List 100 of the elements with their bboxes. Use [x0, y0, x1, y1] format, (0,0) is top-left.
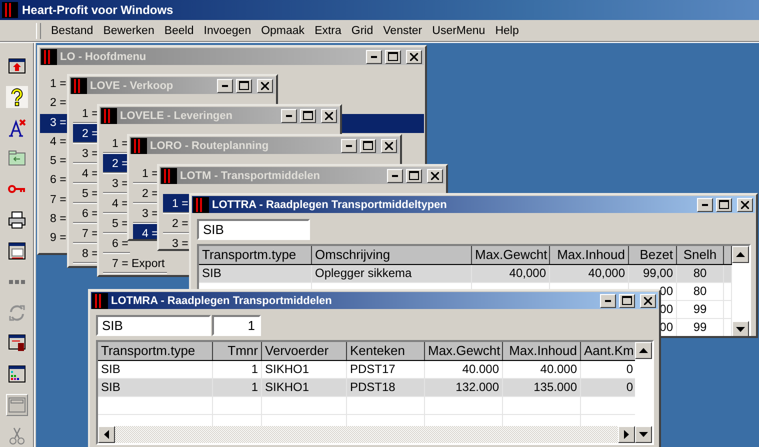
- input-field[interactable]: SIB: [96, 315, 211, 336]
- menu-option[interactable]: 2 =: [40, 94, 68, 114]
- minimize-button[interactable]: [366, 50, 382, 64]
- app-icon: [101, 108, 117, 124]
- table-cell: 1: [213, 361, 262, 378]
- table-row[interactable]: SIB 1 SIKHO1 PDST18 132.000 135.000 0: [98, 379, 635, 397]
- input-field[interactable]: 1: [212, 315, 261, 336]
- menu-option[interactable]: 7 =: [40, 190, 68, 210]
- app-icon: [131, 138, 147, 154]
- minimize-button[interactable]: [697, 198, 713, 212]
- column-header[interactable]: Max.Inhoud: [503, 342, 581, 360]
- table-cell: SIKHO1: [262, 379, 347, 396]
- maximize-button[interactable]: [716, 198, 732, 212]
- menu-item[interactable]: Opmaak: [257, 24, 311, 36]
- app-title: Heart-Profit voor Windows: [22, 3, 174, 17]
- minimize-button[interactable]: [600, 294, 616, 308]
- column-header[interactable]: Tmnr: [213, 342, 262, 360]
- menu-item[interactable]: Bestand: [47, 24, 100, 36]
- menu-item[interactable]: Grid: [347, 24, 380, 36]
- column-header[interactable]: Kenteken: [347, 342, 425, 360]
- horizontal-scrollbar[interactable]: [98, 426, 635, 443]
- menu-option[interactable]: 6 =: [103, 234, 130, 254]
- maximize-button[interactable]: [300, 108, 316, 122]
- close-icon: [741, 200, 749, 208]
- maximize-button[interactable]: [236, 78, 252, 92]
- minimize-button[interactable]: [217, 78, 233, 92]
- column-header[interactable]: Snelh: [677, 246, 724, 264]
- maximize-icon: [622, 296, 632, 305]
- menu-item[interactable]: Invoegen: [200, 24, 258, 36]
- menu-option[interactable]: 7 = Export: [103, 254, 167, 274]
- scroll-up-button[interactable]: [732, 246, 749, 263]
- menu-option[interactable]: 1 =: [40, 75, 68, 94]
- column-header[interactable]: Max.Gewcht: [425, 342, 503, 360]
- close-icon: [325, 112, 333, 120]
- column-header[interactable]: Max.Inhoud: [550, 246, 629, 264]
- column-header[interactable]: Transportm.type: [98, 342, 213, 360]
- minimize-button[interactable]: [387, 168, 403, 182]
- menu-item[interactable]: Help: [491, 24, 525, 36]
- column-header[interactable]: Vervoerder: [262, 342, 347, 360]
- column-header[interactable]: Bezet: [629, 246, 677, 264]
- menu-option[interactable]: 8 =: [40, 210, 68, 230]
- table-cell: 99,00: [629, 265, 677, 282]
- close-button[interactable]: [406, 50, 422, 64]
- window-title: LOTMRA - Raadplegen Transportmiddelen: [111, 294, 333, 306]
- vertical-scrollbar[interactable]: [635, 342, 652, 443]
- maximize-icon: [363, 141, 373, 150]
- table-cell: SIB: [98, 379, 213, 396]
- menu-item[interactable]: Venster: [379, 24, 428, 36]
- maximize-button[interactable]: [360, 138, 376, 152]
- vertical-scrollbar[interactable]: [732, 246, 749, 336]
- scroll-down-button[interactable]: [732, 321, 749, 336]
- minimize-icon: [286, 114, 292, 116]
- input-field[interactable]: SIB: [197, 219, 310, 240]
- menu-item[interactable]: Extra: [310, 24, 348, 36]
- close-icon: [644, 296, 652, 304]
- close-icon: [431, 172, 439, 180]
- table-cell: 40,000: [550, 265, 629, 282]
- column-header[interactable]: Omschrijving: [312, 246, 472, 264]
- printer-icon[interactable]: [6, 209, 28, 231]
- question-mark-icon[interactable]: [6, 86, 28, 108]
- menu-option[interactable]: 5 =: [40, 152, 68, 172]
- close-button[interactable]: [381, 138, 397, 152]
- window-title: LORO - Routeplanning: [150, 140, 270, 152]
- maximize-button[interactable]: [619, 294, 635, 308]
- window-icon[interactable]: [6, 240, 28, 262]
- table-row[interactable]: SIB Oplegger sikkema 40,000 40,000 99,00 80: [199, 265, 732, 283]
- scroll-left-button[interactable]: [98, 426, 115, 443]
- menu-option[interactable]: 6 =: [40, 171, 68, 191]
- close-button[interactable]: [427, 168, 443, 182]
- scroll-down-button[interactable]: [635, 426, 652, 443]
- minimize-icon: [702, 204, 708, 206]
- column-header[interactable]: Aant.Km: [581, 342, 635, 360]
- scroll-right-button[interactable]: [618, 426, 635, 443]
- maximize-button[interactable]: [385, 50, 401, 64]
- menu-option[interactable]: 9 =: [40, 229, 68, 249]
- maximize-button[interactable]: [406, 168, 422, 182]
- table-cell: SIKHO1: [262, 361, 347, 378]
- column-header[interactable]: Max.Gewcht: [472, 246, 550, 264]
- close-button[interactable]: [737, 198, 753, 212]
- close-icon: [410, 52, 418, 60]
- table-cell: Oplegger sikkema: [312, 265, 472, 282]
- menu-option[interactable]: 3 =: [163, 234, 190, 249]
- chart-window-icon[interactable]: [6, 363, 28, 386]
- menu-item[interactable]: Bewerken: [99, 24, 160, 36]
- column-header[interactable]: Transportm.type: [199, 246, 312, 264]
- menu-option[interactable]: 2 =: [163, 214, 190, 234]
- menu-item[interactable]: UserMenu: [428, 24, 492, 36]
- close-button[interactable]: [257, 78, 273, 92]
- table-cell: 1: [213, 379, 262, 396]
- scroll-up-button[interactable]: [635, 342, 652, 359]
- menu-option[interactable]: 4 =: [40, 132, 68, 152]
- close-button[interactable]: [640, 294, 656, 308]
- app-icon: [41, 48, 57, 64]
- minimize-button[interactable]: [341, 138, 357, 152]
- window-title: LOVE - Verkoop: [90, 80, 174, 92]
- minimize-button[interactable]: [281, 108, 297, 122]
- close-button[interactable]: [321, 108, 337, 122]
- triangle-down-icon: [736, 327, 745, 332]
- menu-item[interactable]: Beeld: [160, 24, 200, 36]
- menu-grip: [36, 22, 41, 38]
